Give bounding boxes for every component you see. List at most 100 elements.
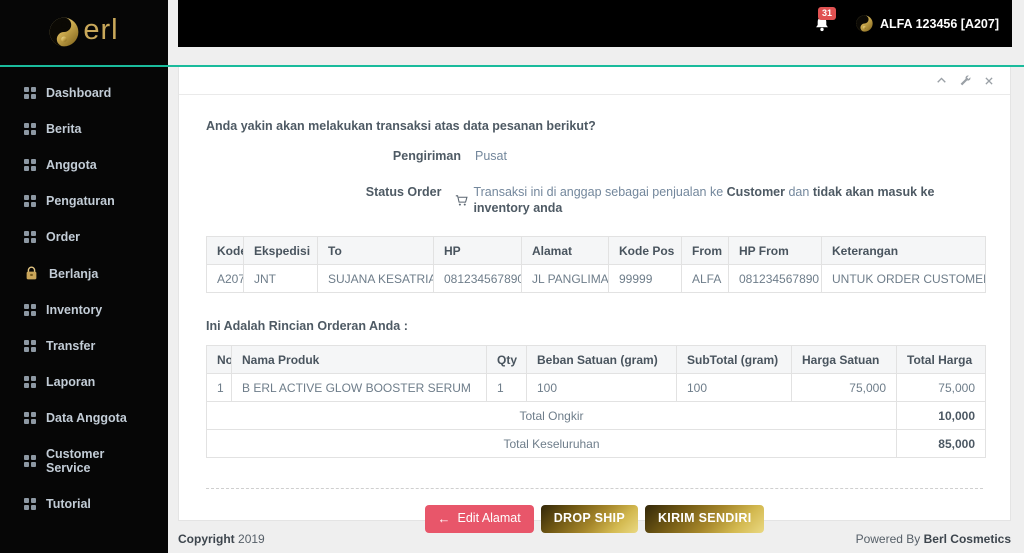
user-name: ALFA 123456 [A207] — [879, 16, 999, 31]
sidebar-item-label: Transfer — [46, 339, 96, 353]
order-table: No Nama Produk Qty Beban Satuan (gram) S… — [206, 345, 986, 458]
cell-beban-satuan: 100 — [526, 373, 677, 402]
sidebar-item-transfer[interactable]: Transfer — [0, 328, 168, 364]
panel-toolbar — [179, 67, 1010, 95]
col-header: Nama Produk — [231, 345, 487, 374]
sidebar-item-dashboard[interactable]: Dashboard — [0, 75, 168, 111]
status-note-text: Transaksi ini di anggap sebagai penjuala… — [473, 185, 935, 215]
col-header: Harga Satuan — [791, 345, 897, 374]
grid-icon — [24, 159, 36, 171]
col-header: Qty — [486, 345, 527, 374]
cell-ekspedisi: JNT — [243, 264, 318, 293]
sidebar-item-data-anggota[interactable]: Data Anggota — [0, 400, 168, 436]
grid-icon — [24, 412, 36, 424]
copyright-text: Copyright 2019 — [178, 532, 265, 546]
cell-keterangan: UNTUK ORDER CUSTOMER — [821, 264, 986, 293]
edit-alamat-button[interactable]: ← Edit Alamat — [424, 505, 534, 533]
grid-icon — [24, 87, 36, 99]
topbar: 31 ALFA 123456 [A207] — [178, 0, 1012, 47]
col-header: Total Harga — [896, 345, 986, 374]
sidebar-item-inventory[interactable]: Inventory — [0, 292, 168, 328]
shopping-bag-icon — [24, 266, 39, 281]
cell-kode: A207 — [206, 264, 244, 293]
sidebar-item-label: Order — [46, 230, 81, 244]
user-menu[interactable]: ALFA 123456 [A207] — [856, 15, 999, 32]
cell-hp-from: 081234567890 — [728, 264, 822, 293]
sidebar-item-tutorial[interactable]: Tutorial — [0, 486, 168, 522]
pengiriman-value: Pusat — [475, 149, 507, 163]
sidebar-item-label: Berlanja — [49, 266, 99, 281]
sidebar-item-label: Customer Service — [46, 447, 105, 475]
sidebar-item-label: Tutorial — [46, 497, 91, 511]
sidebar-item-pengaturan[interactable]: Pengaturan — [0, 183, 168, 219]
col-header: HP From — [728, 236, 822, 265]
col-header: Keterangan — [821, 236, 986, 265]
cell-alamat: JL PANGLIMA — [521, 264, 609, 293]
sidebar-item-anggota[interactable]: Anggota — [0, 147, 168, 183]
wrench-icon[interactable] — [960, 75, 971, 86]
drop-ship-label: DROP SHIP — [553, 511, 625, 526]
kirim-sendiri-label: KIRIM SENDIRI — [657, 511, 752, 526]
arrow-left-icon: ← — [437, 511, 451, 526]
col-header: Beban Satuan (gram) — [526, 345, 677, 374]
cell-from: ALFA — [681, 264, 729, 293]
sidebar-item-laporan[interactable]: Laporan — [0, 364, 168, 400]
cell-to: SUJANA KESATRIA — [317, 264, 434, 293]
sidebar-item-berlanja[interactable]: Berlanja — [0, 255, 168, 292]
address-table: Kode Ekspedisi To HP Alamat Kode Pos Fro… — [206, 236, 986, 293]
notifications-button[interactable]: 31 — [814, 6, 836, 32]
col-header: HP — [433, 236, 522, 265]
sidebar-item-label: Pengaturan — [46, 194, 115, 208]
cell-harga-satuan: 75,000 — [791, 373, 897, 402]
kirim-sendiri-button[interactable]: KIRIM SENDIRI — [644, 505, 765, 533]
order-table-header-row: No Nama Produk Qty Beban Satuan (gram) S… — [206, 345, 986, 374]
cell-total-harga: 75,000 — [896, 373, 986, 402]
status-order-label: Status Order — [365, 185, 442, 199]
total-keseluruhan-label: Total Keseluruhan — [206, 429, 897, 458]
grid-icon — [24, 304, 36, 316]
sidebar-menu: Dashboard Berita Anggota Pengaturan Orde… — [0, 64, 168, 522]
footer: Copyright 2019 Powered By Berl Cosmetics — [178, 532, 1011, 546]
pengiriman-label: Pengiriman — [392, 149, 461, 163]
notification-count-badge: 31 — [817, 6, 836, 20]
cell-qty: 1 — [486, 373, 527, 402]
sidebar-item-label: Anggota — [46, 158, 97, 172]
col-header: Alamat — [521, 236, 609, 265]
dashed-divider — [206, 488, 983, 489]
sidebar-item-label: Data Anggota — [46, 411, 127, 425]
col-header: To — [317, 236, 434, 265]
col-header: SubTotal (gram) — [676, 345, 792, 374]
total-keseluruhan-value: 85,000 — [896, 429, 986, 458]
cell-hp: 081234567890 — [433, 264, 522, 293]
status-order-note: Transaksi ini di anggap sebagai penjuala… — [441, 184, 983, 216]
cell-kode-pos: 99999 — [608, 264, 682, 293]
order-detail-title: Ini Adalah Rincian Orderan Anda : — [206, 319, 408, 333]
sidebar-item-label: Inventory — [46, 303, 103, 317]
order-table-row: 1 B ERL ACTIVE GLOW BOOSTER SERUM 1 100 … — [206, 373, 986, 402]
total-ongkir-row: Total Ongkir 10,000 — [206, 401, 986, 430]
drop-ship-button[interactable]: DROP SHIP — [540, 505, 638, 533]
address-table-header-row: Kode Ekspedisi To HP Alamat Kode Pos Fro… — [206, 236, 986, 265]
sidebar: erl Dashboard Berita Anggota Pengaturan … — [0, 0, 168, 553]
sidebar-item-customer-service[interactable]: Customer Service — [0, 436, 168, 486]
grid-icon — [24, 195, 36, 207]
powered-by-text: Powered By Berl Cosmetics — [855, 532, 1011, 546]
brand-logo-text: erl — [83, 13, 119, 46]
close-icon[interactable] — [984, 76, 994, 86]
grid-icon — [24, 231, 36, 243]
collapse-icon[interactable] — [936, 75, 947, 86]
sidebar-item-order[interactable]: Order — [0, 219, 168, 255]
sidebar-item-label: Berita — [46, 122, 82, 136]
grid-icon — [24, 340, 36, 352]
panel-body: Anda yakin akan melakukan transaksi atas… — [179, 95, 1010, 533]
brand-logo[interactable]: erl — [0, 0, 168, 64]
confirmation-question: Anda yakin akan melakukan transaksi atas… — [206, 119, 596, 133]
edit-alamat-label: Edit Alamat — [457, 511, 521, 526]
cart-icon — [455, 194, 469, 207]
page: erl Dashboard Berita Anggota Pengaturan … — [0, 0, 1024, 553]
address-table-row: A207 JNT SUJANA KESATRIA 081234567890 JL… — [206, 264, 986, 293]
accent-divider — [0, 65, 1024, 67]
grid-icon — [24, 498, 36, 510]
sidebar-item-berita[interactable]: Berita — [0, 111, 168, 147]
sidebar-item-label: Dashboard — [46, 86, 112, 100]
